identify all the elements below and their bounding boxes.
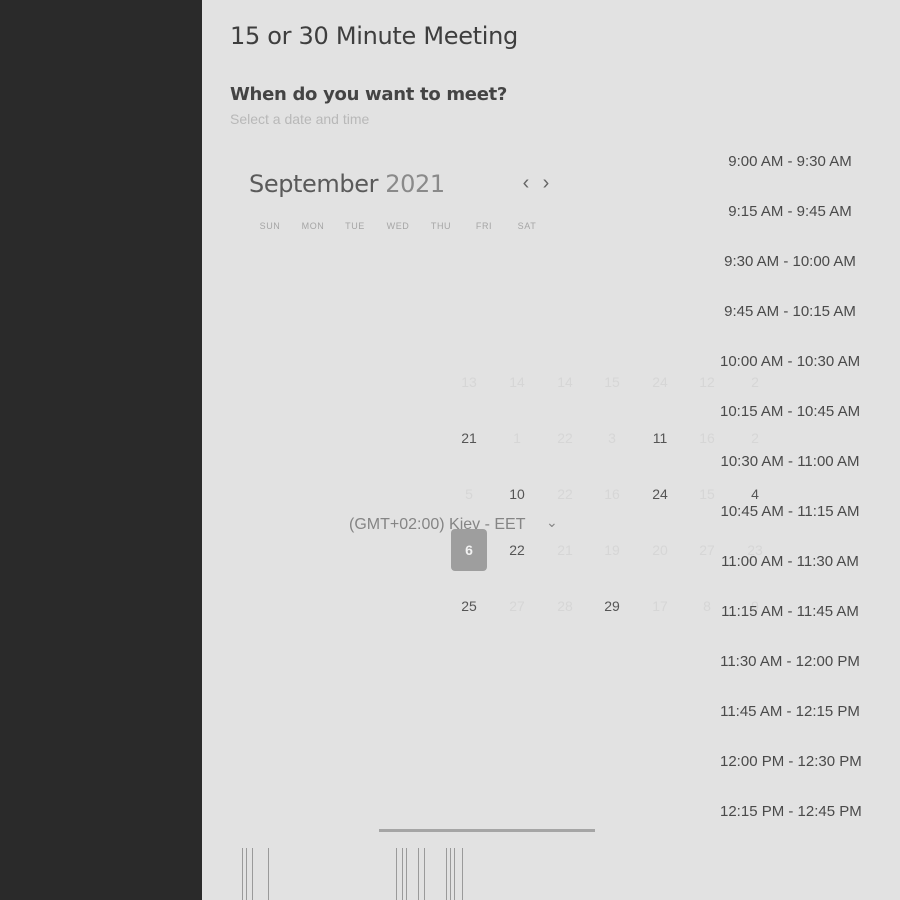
weekday-label: FRI — [475, 221, 493, 231]
weekday-label: THU — [430, 221, 452, 231]
calendar-day: 3 — [608, 430, 616, 446]
time-slot-button[interactable]: 11:45 AM - 12:15 PM — [720, 696, 860, 728]
calendar-day: 22 — [557, 430, 573, 446]
page-title: 15 or 30 Minute Meeting — [230, 22, 518, 50]
calendar-day[interactable]: 29 — [594, 588, 630, 624]
barcode-graphic-left — [242, 848, 272, 900]
weekday-label: TUE — [345, 221, 365, 231]
time-slot-button[interactable]: 11:30 AM - 12:00 PM — [720, 646, 860, 678]
time-slot-button[interactable]: 12:15 PM - 12:45 PM — [720, 796, 862, 828]
weekday-label: WED — [386, 221, 410, 231]
calendar-day: 28 — [557, 598, 573, 614]
calendar-day[interactable]: 21 — [451, 420, 487, 456]
weekday-label: SAT — [517, 221, 537, 231]
previous-month-button[interactable]: ‹ — [518, 172, 534, 194]
calendar-day: 24 — [652, 374, 668, 390]
calendar-month-label: September 2021 — [249, 170, 445, 198]
chevron-down-icon[interactable]: ⌄ — [546, 514, 558, 531]
weekday-label: MON — [301, 221, 325, 231]
calendar-day: 1 — [513, 430, 521, 446]
section-subtitle: Select a date and time — [230, 111, 370, 127]
time-slot-button[interactable]: 11:15 AM - 11:45 AM — [720, 596, 860, 628]
left-sidebar — [0, 0, 202, 900]
scheduler-panel: 15 or 30 Minute Meeting When do you want… — [202, 0, 900, 900]
time-slot-button[interactable]: 10:30 AM - 11:00 AM — [720, 446, 860, 478]
time-slot-button[interactable]: 9:00 AM - 9:30 AM — [720, 146, 860, 178]
calendar-day[interactable]: 25 — [451, 588, 487, 624]
calendar-day: 5 — [465, 486, 473, 502]
time-slot-button[interactable]: 9:45 AM - 10:15 AM — [720, 296, 860, 328]
calendar-day: 14 — [509, 374, 525, 390]
calendar-day[interactable]: 10 — [499, 476, 535, 512]
time-slot-button[interactable]: 10:45 AM - 11:15 AM — [720, 496, 860, 528]
time-slot-button[interactable]: 10:00 AM - 10:30 AM — [720, 346, 860, 378]
time-slot-button[interactable]: 11:00 AM - 11:30 AM — [720, 546, 860, 578]
timezone-selector[interactable]: (GMT+02:00) Kiev - EET — [349, 516, 526, 534]
selected-day[interactable]: 6 — [451, 529, 487, 571]
calendar-day: 15 — [604, 374, 620, 390]
calendar-day: 27 — [509, 598, 525, 614]
calendar-day: 17 — [652, 598, 668, 614]
calendar-day: 19 — [604, 542, 620, 558]
time-slot-button[interactable]: 9:15 AM - 9:45 AM — [720, 196, 860, 228]
calendar-day: 16 — [604, 486, 620, 502]
year-label: 2021 — [385, 170, 445, 198]
calendar-day[interactable]: 24 — [642, 476, 678, 512]
calendar-day[interactable]: 11 — [642, 420, 678, 456]
time-slot-button[interactable]: 10:15 AM - 10:45 AM — [720, 396, 860, 428]
month-name: September — [249, 170, 379, 198]
time-slot-button[interactable]: 12:00 PM - 12:30 PM — [720, 746, 862, 778]
calendar-day[interactable]: 22 — [499, 532, 535, 568]
weekday-label: SUN — [259, 221, 281, 231]
calendar-day: 13 — [461, 374, 477, 390]
calendar-day: 20 — [652, 542, 668, 558]
section-heading: When do you want to meet? — [230, 84, 508, 105]
calendar-day: 21 — [557, 542, 573, 558]
next-month-button[interactable]: › — [538, 172, 554, 194]
calendar-day: 22 — [557, 486, 573, 502]
calendar-day: 14 — [557, 374, 573, 390]
time-slot-button[interactable]: 9:30 AM - 10:00 AM — [720, 246, 860, 278]
horizontal-scrollbar[interactable] — [379, 829, 595, 832]
barcode-graphic-right — [396, 848, 466, 900]
